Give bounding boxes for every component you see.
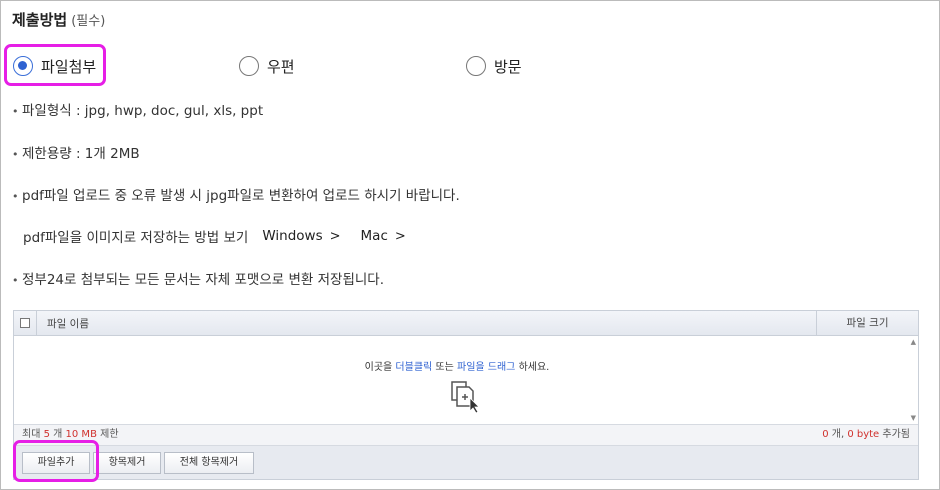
bullet-icon: • bbox=[12, 148, 19, 161]
pdf-save-guide: pdf파일을 이미지로 저장하는 방법 보기 Windows > Mac > bbox=[23, 226, 406, 246]
scroll-down-icon[interactable]: ▼ bbox=[911, 414, 916, 422]
remove-all-button[interactable]: 전체 항목제거 bbox=[164, 452, 254, 474]
required-mark: (필수) bbox=[71, 14, 106, 29]
note-file-format: • 파일형식 : jpg, hwp, doc, gul, xls, ppt bbox=[12, 103, 264, 119]
mac-link[interactable]: Mac > bbox=[361, 228, 406, 244]
file-drag-icon bbox=[451, 381, 480, 414]
remove-item-button[interactable]: 항목제거 bbox=[93, 452, 161, 474]
uploader-status: 최대 5 개 10 MB 제한 0 개, 0 byte 추가됨 bbox=[14, 424, 918, 445]
method-file-attach-label: 파일첨부 bbox=[41, 57, 97, 76]
section-title-text: 제출방법 bbox=[12, 11, 68, 29]
method-visit[interactable]: 방문 bbox=[466, 52, 522, 80]
column-file-name: 파일 이름 bbox=[47, 317, 89, 330]
note-size-limit: • 제한용량 : 1개 2MB bbox=[12, 146, 140, 162]
select-all-checkbox[interactable] bbox=[20, 318, 30, 328]
highlight-box-add-file bbox=[13, 440, 99, 482]
radio-visit[interactable] bbox=[466, 56, 486, 76]
method-mail-label: 우편 bbox=[267, 57, 295, 76]
scroll-up-icon[interactable]: ▲ bbox=[911, 338, 916, 346]
method-mail[interactable]: 우편 bbox=[239, 52, 295, 80]
drop-zone-scrollbar[interactable]: ▲ ▼ bbox=[906, 336, 918, 424]
radio-file-attach[interactable] bbox=[13, 56, 33, 76]
method-file-attach[interactable]: 파일첨부 bbox=[13, 52, 96, 80]
pdf-save-guide-text: pdf파일을 이미지로 저장하는 방법 보기 bbox=[23, 230, 249, 246]
bullet-icon: • bbox=[12, 105, 19, 118]
bullet-icon: • bbox=[12, 274, 19, 287]
chevron-right-icon: > bbox=[329, 228, 341, 244]
uploader-header: 파일 이름 파일 크기 bbox=[14, 310, 918, 336]
radio-mail[interactable] bbox=[239, 56, 259, 76]
upload-added: 0 개, 0 byte 추가됨 bbox=[822, 429, 910, 440]
column-file-size: 파일 크기 bbox=[816, 311, 918, 335]
file-uploader: 파일 이름 파일 크기 이곳을 더블클릭 또는 파일을 드래그 하세요. ▲ ▼… bbox=[13, 310, 919, 480]
uploader-toolbar: 파일추가 항목제거 전체 항목제거 bbox=[14, 445, 918, 479]
drop-zone[interactable]: 이곳을 더블클릭 또는 파일을 드래그 하세요. ▲ ▼ bbox=[14, 336, 918, 424]
note-convert: • 정부24로 첨부되는 모든 문서는 자체 포맷으로 변환 저장됩니다. bbox=[12, 272, 385, 288]
method-visit-label: 방문 bbox=[494, 57, 522, 76]
section-title: 제출방법 (필수) bbox=[12, 9, 105, 30]
drop-zone-message: 이곳을 더블클릭 또는 파일을 드래그 하세요. bbox=[364, 362, 550, 373]
windows-link[interactable]: Windows > bbox=[262, 228, 340, 244]
bullet-icon: • bbox=[12, 190, 19, 203]
chevron-right-icon: > bbox=[394, 228, 406, 244]
note-pdf-error: • pdf파일 업로드 중 오류 발생 시 jpg파일로 변환하여 업로드 하시기… bbox=[12, 188, 460, 204]
